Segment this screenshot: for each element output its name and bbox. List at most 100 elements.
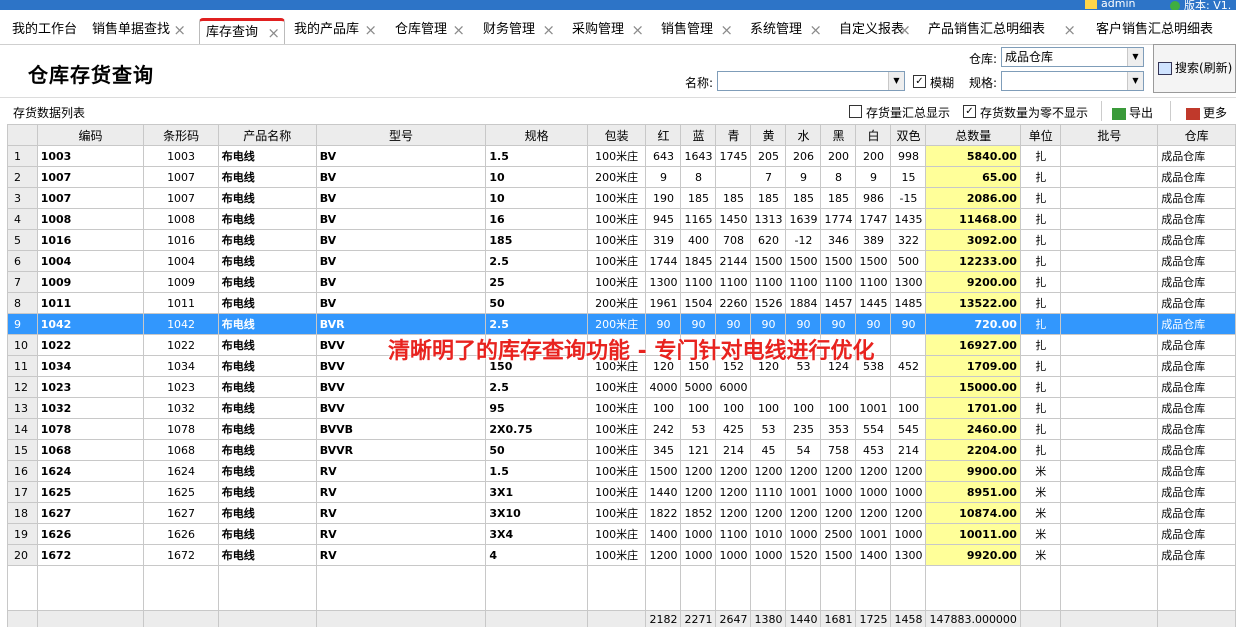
table-cell[interactable]: 206	[785, 145, 822, 167]
table-cell[interactable]: 1034	[143, 355, 219, 377]
table-cell[interactable]: 1000	[680, 544, 717, 566]
table-cell[interactable]: 1011	[36, 292, 145, 314]
column-header[interactable]: 红	[645, 124, 682, 146]
table-cell[interactable]: 100米庄	[586, 502, 647, 524]
row-number[interactable]: 3	[7, 187, 38, 209]
table-cell[interactable]: 1485	[890, 292, 927, 314]
table-cell[interactable]: 1004	[36, 250, 145, 272]
table-cell[interactable]: 6000	[715, 376, 752, 398]
table-cell[interactable]: 15000.00	[925, 376, 1021, 398]
tab-7[interactable]: 销售管理 ×	[649, 18, 737, 44]
table-cell[interactable]: 1100	[750, 271, 787, 293]
table-cell[interactable]: 1200	[715, 502, 752, 524]
table-cell[interactable]: 1200	[715, 460, 752, 482]
table-cell[interactable]: 2260	[715, 292, 752, 314]
table-cell[interactable]: 4000	[645, 376, 682, 398]
table-cell[interactable]	[1060, 460, 1159, 482]
table-cell[interactable]: 120	[645, 355, 682, 377]
table-cell[interactable]: 1.5	[485, 460, 588, 482]
table-cell[interactable]: 11468.00	[925, 208, 1021, 230]
table-cell[interactable]: 200米庄	[586, 292, 647, 314]
table-cell[interactable]	[1060, 208, 1159, 230]
table-cell[interactable]: 1009	[36, 271, 145, 293]
table-cell[interactable]: 布电线	[217, 313, 317, 335]
close-icon[interactable]: ×	[1063, 18, 1076, 42]
table-cell[interactable]: 1745	[715, 145, 752, 167]
table-cell[interactable]: 成品仓库	[1157, 250, 1236, 272]
table-cell[interactable]: 成品仓库	[1157, 229, 1236, 251]
table-cell[interactable]: 1200	[750, 460, 787, 482]
table-cell[interactable]	[715, 334, 752, 356]
table-cell[interactable]: 100米庄	[586, 481, 647, 503]
table-cell[interactable]: 90	[820, 313, 857, 335]
row-number[interactable]: 6	[7, 250, 38, 272]
table-cell[interactable]	[855, 334, 892, 356]
table-cell[interactable]: 1200	[715, 481, 752, 503]
table-cell[interactable]: 9	[855, 166, 892, 188]
table-cell[interactable]: 布电线	[217, 334, 317, 356]
table-cell[interactable]: 90	[785, 313, 822, 335]
table-cell[interactable]: 扎	[1019, 397, 1062, 419]
table-cell[interactable]: 100	[750, 397, 787, 419]
table-cell[interactable]: 扎	[1019, 418, 1062, 440]
table-cell[interactable]: 1200	[855, 502, 892, 524]
table-cell[interactable]: 布电线	[217, 544, 317, 566]
table-cell[interactable]: 1003	[143, 145, 219, 167]
table-cell[interactable]: 1022	[143, 334, 219, 356]
table-cell[interactable]: 3X1	[485, 481, 588, 503]
close-icon[interactable]: ×	[631, 18, 644, 42]
row-number[interactable]: 20	[7, 544, 38, 566]
table-cell[interactable]: 554	[855, 418, 892, 440]
more-button[interactable]: 更多	[1186, 104, 1227, 121]
table-row[interactable]: 4 1008 1008 布电线 BV 16 100米庄 945 1165 1450 1313 1639…	[7, 208, 1236, 230]
table-cell[interactable]: 扎	[1019, 313, 1062, 335]
row-number[interactable]: 10	[7, 334, 38, 356]
table-cell[interactable]: 1845	[680, 250, 717, 272]
table-cell[interactable]: 1000	[680, 523, 717, 545]
table-cell[interactable]	[1060, 313, 1159, 335]
table-cell[interactable]: 1003	[36, 145, 145, 167]
table-cell[interactable]: 90	[680, 313, 717, 335]
table-cell[interactable]: 1626	[143, 523, 219, 545]
table-cell[interactable]	[785, 334, 822, 356]
table-cell[interactable]: 布电线	[217, 460, 317, 482]
table-cell[interactable]: 1200	[785, 502, 822, 524]
table-cell[interactable]: 1400	[855, 544, 892, 566]
table-cell[interactable]	[1060, 397, 1159, 419]
table-cell[interactable]: 16	[485, 208, 588, 230]
column-header[interactable]: 编码	[36, 124, 145, 146]
table-cell[interactable]: 米	[1019, 481, 1062, 503]
table-cell[interactable]	[1060, 481, 1159, 503]
column-header[interactable]: 白	[855, 124, 892, 146]
table-cell[interactable]: 150	[680, 355, 717, 377]
table-cell[interactable]: 54	[785, 439, 822, 461]
table-cell[interactable]: 1500	[855, 250, 892, 272]
spec-select[interactable]: ▼	[1001, 71, 1144, 91]
table-cell[interactable]: 1009	[143, 271, 219, 293]
table-cell[interactable]: 9900.00	[925, 460, 1021, 482]
table-cell[interactable]: 3X4	[485, 523, 588, 545]
table-cell[interactable]: BV	[315, 208, 487, 230]
table-cell[interactable]: 100	[785, 397, 822, 419]
table-cell[interactable]: 布电线	[217, 250, 317, 272]
table-cell[interactable]	[1060, 502, 1159, 524]
table-cell[interactable]: 1450	[715, 208, 752, 230]
table-cell[interactable]: 1007	[143, 187, 219, 209]
table-cell[interactable]: 1852	[680, 502, 717, 524]
table-cell[interactable]: 65.00	[925, 166, 1021, 188]
table-row[interactable]: 2 1007 1007 布电线 BV 10 200米庄 9 8 7 9 8 9 15 65.00 扎成品仓库	[7, 166, 1236, 188]
table-cell[interactable]	[750, 376, 787, 398]
table-cell[interactable]: 布电线	[217, 292, 317, 314]
table-cell[interactable]: BV	[315, 145, 487, 167]
table-cell[interactable]: 1643	[680, 145, 717, 167]
table-cell[interactable]: 1200	[785, 460, 822, 482]
table-cell[interactable]: 布电线	[217, 523, 317, 545]
table-cell[interactable]: 205	[750, 145, 787, 167]
column-header[interactable]: 总数量	[925, 124, 1021, 146]
table-cell[interactable]: 1004	[143, 250, 219, 272]
column-header[interactable]: 条形码	[143, 124, 219, 146]
table-cell[interactable]	[785, 376, 822, 398]
table-cell[interactable]: 1032	[143, 397, 219, 419]
table-cell[interactable]: 1011	[143, 292, 219, 314]
table-cell[interactable]: 成品仓库	[1157, 313, 1236, 335]
